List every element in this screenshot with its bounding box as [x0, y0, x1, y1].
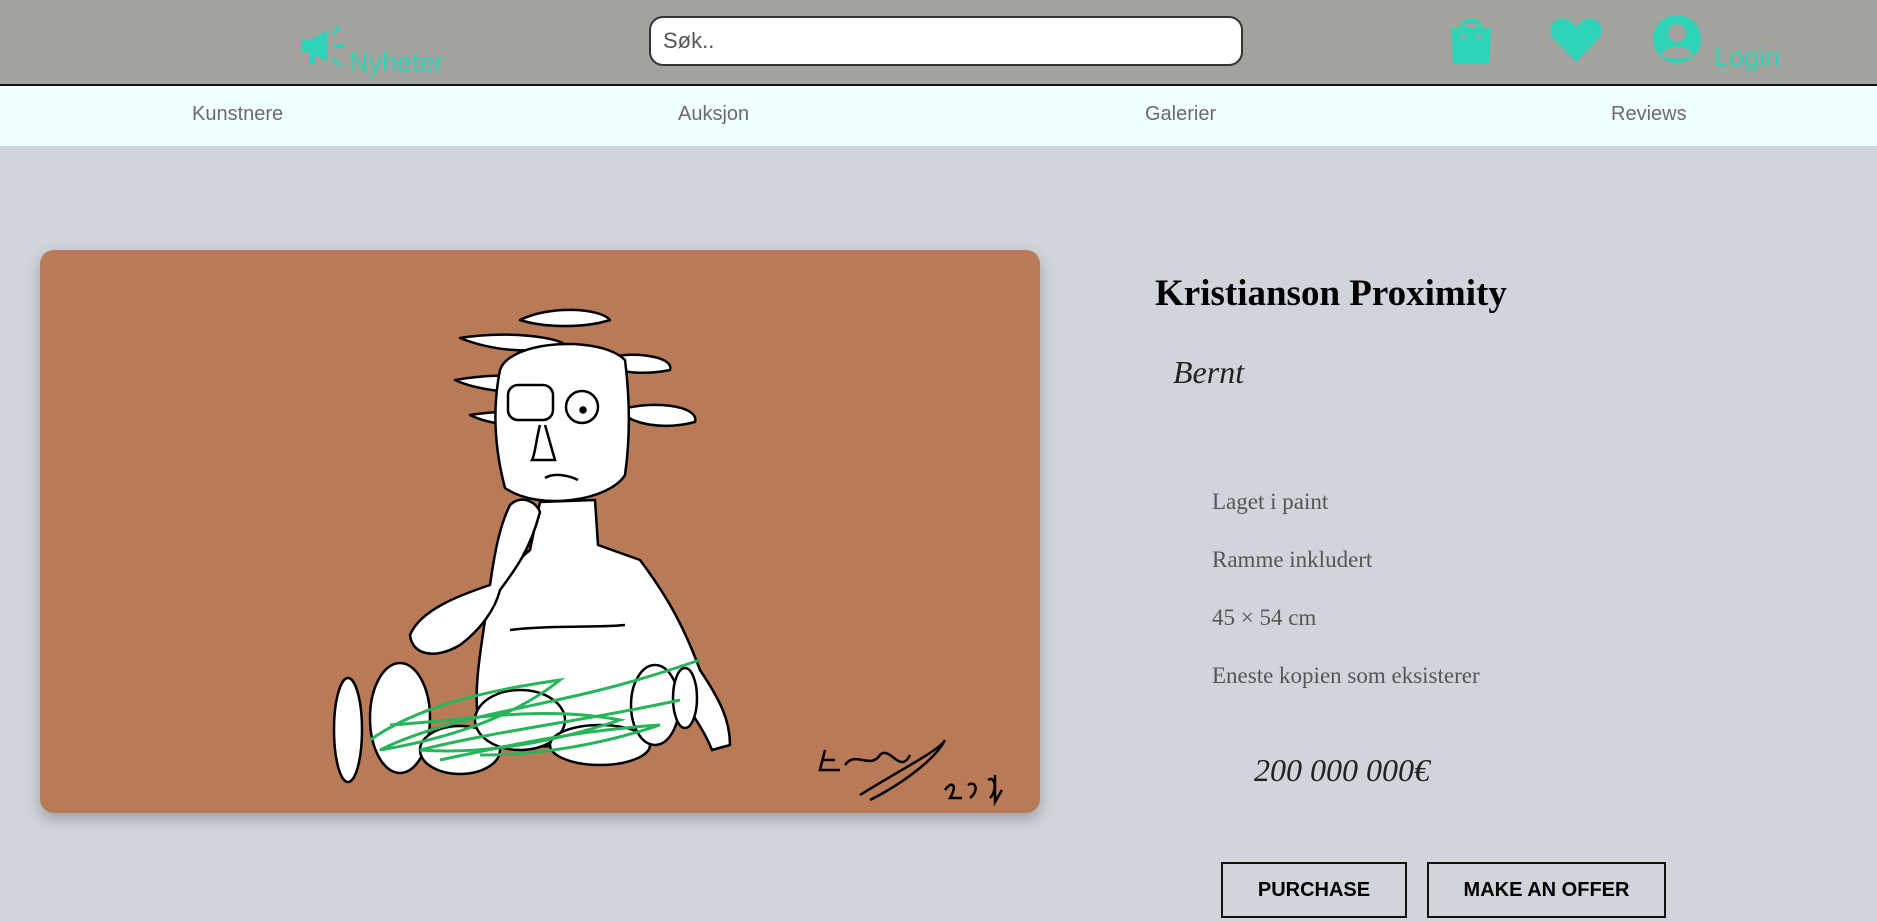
spec-item: Ramme inkludert: [1212, 547, 1373, 572]
shopping-bag-icon[interactable]: [1448, 14, 1494, 66]
heart-icon[interactable]: [1548, 16, 1604, 64]
top-header: Nyheter Login: [0, 0, 1877, 86]
artist-name: Bernt: [1173, 354, 1245, 390]
artwork-image: [40, 250, 1040, 813]
user-icon[interactable]: [1651, 13, 1703, 65]
nav-item-kunstnere[interactable]: Kunstnere: [192, 103, 283, 126]
artwork-price: 200 000 000€: [1254, 752, 1430, 788]
news-label: Nyheter: [349, 47, 444, 77]
nav-item-galerier[interactable]: Galerier: [1145, 103, 1216, 126]
artwork-specs: Laget i paint Ramme inkludert 45 × 54 cm…: [1212, 484, 1480, 716]
news-link[interactable]: Nyheter: [297, 18, 444, 76]
artwork-title: Kristianson Proximity: [1155, 273, 1507, 314]
spec-item: 45 × 54 cm: [1212, 605, 1317, 630]
megaphone-icon: [301, 25, 345, 67]
make-offer-button[interactable]: MAKE AN OFFER: [1427, 862, 1666, 918]
spec-item: Eneste kopien som eksisterer: [1212, 663, 1480, 688]
artwork-drawing: [332, 308, 1004, 807]
category-nav: Kunstnere Auksjon Galerier Reviews: [0, 86, 1877, 146]
nav-item-auksjon[interactable]: Auksjon: [678, 103, 749, 126]
spec-item: Laget i paint: [1212, 489, 1329, 514]
nav-item-reviews[interactable]: Reviews: [1611, 103, 1687, 126]
login-link[interactable]: Login: [1714, 42, 1780, 73]
search-input[interactable]: [649, 16, 1243, 66]
purchase-button[interactable]: PURCHASE: [1221, 862, 1407, 918]
